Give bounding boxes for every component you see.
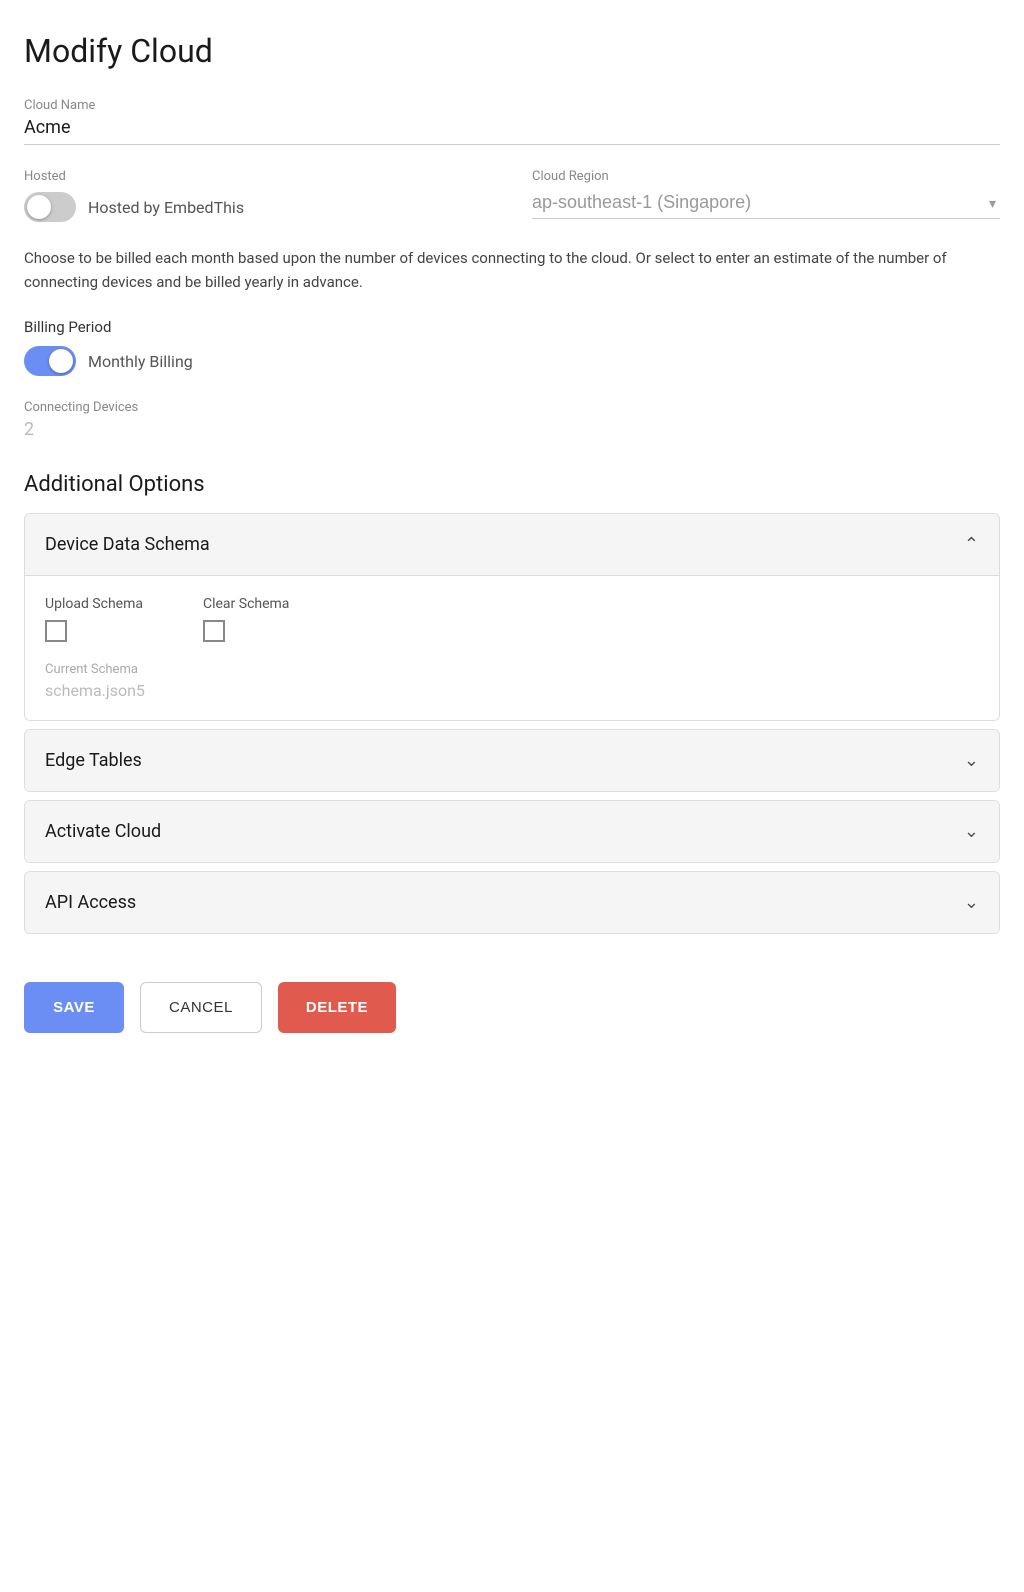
billing-period-label: Billing Period [24,318,1000,336]
activate-cloud-title: Activate Cloud [45,821,161,842]
cloud-name-value: Acme [24,117,1000,145]
upload-schema-col: Upload Schema [45,596,143,642]
cloud-region-section: Cloud Region ap-southeast-1 (Singapore) … [532,169,1000,222]
edge-tables-title: Edge Tables [45,750,142,771]
billing-toggle[interactable] [24,346,76,376]
cloud-name-field: Cloud Name Acme [24,98,1000,145]
cloud-region-select[interactable]: ap-southeast-1 (Singapore) us-east-1 (N.… [532,188,1000,219]
billing-description: Choose to be billed each month based upo… [24,246,1000,294]
api-access-accordion: API Access ⌄ [24,871,1000,934]
billing-toggle-row: Monthly Billing [24,346,1000,376]
upload-schema-checkbox[interactable] [45,620,67,642]
edge-tables-header[interactable]: Edge Tables ⌄ [25,730,999,791]
billing-thumb [49,349,73,373]
chevron-down-icon-edge: ⌄ [964,750,979,771]
connecting-devices-section: Connecting Devices 2 [24,400,1000,440]
current-schema-label: Current Schema [45,662,979,677]
billing-toggle-label: Monthly Billing [88,352,193,371]
billing-track [24,346,76,376]
hosted-region-row: Hosted Hosted by EmbedThis Cloud Region … [24,169,1000,222]
current-schema-section: Current Schema schema.json5 [45,662,979,700]
connecting-devices-label: Connecting Devices [24,400,1000,415]
upload-schema-label: Upload Schema [45,596,143,612]
schema-checkboxes-row: Upload Schema Clear Schema [45,596,979,642]
activate-cloud-accordion: Activate Cloud ⌄ [24,800,1000,863]
device-data-schema-title: Device Data Schema [45,534,210,555]
cloud-region-label: Cloud Region [532,169,1000,184]
additional-options-title: Additional Options [24,472,1000,497]
bottom-buttons-row: SAVE CANCEL DELETE [24,966,1000,1033]
page-title: Modify Cloud [24,32,1000,70]
chevron-up-icon: ⌃ [964,534,979,555]
hosted-thumb [27,195,51,219]
hosted-toggle-label: Hosted by EmbedThis [88,198,244,217]
hosted-label: Hosted [24,169,492,184]
clear-schema-col: Clear Schema [203,596,289,642]
chevron-down-icon-activate: ⌄ [964,821,979,842]
upload-schema-checkbox-wrapper [45,620,143,642]
billing-period-section: Billing Period Monthly Billing [24,318,1000,376]
device-data-schema-header[interactable]: Device Data Schema ⌃ [25,514,999,575]
api-access-header[interactable]: API Access ⌄ [25,872,999,933]
delete-button[interactable]: DELETE [278,982,396,1033]
hosted-section: Hosted Hosted by EmbedThis [24,169,492,222]
activate-cloud-header[interactable]: Activate Cloud ⌄ [25,801,999,862]
clear-schema-checkbox[interactable] [203,620,225,642]
save-button[interactable]: SAVE [24,982,124,1033]
clear-schema-checkbox-wrapper [203,620,289,642]
cancel-button[interactable]: CANCEL [140,982,262,1033]
api-access-title: API Access [45,892,136,913]
device-data-schema-body: Upload Schema Clear Schema Current Schem… [25,575,999,720]
clear-schema-label: Clear Schema [203,596,289,612]
current-schema-value: schema.json5 [45,681,979,700]
connecting-devices-value: 2 [24,419,1000,440]
hosted-toggle[interactable] [24,192,76,222]
hosted-track [24,192,76,222]
hosted-toggle-row: Hosted by EmbedThis [24,192,492,222]
edge-tables-accordion: Edge Tables ⌄ [24,729,1000,792]
cloud-name-label: Cloud Name [24,98,1000,113]
device-data-schema-accordion: Device Data Schema ⌃ Upload Schema Clear… [24,513,1000,721]
chevron-down-icon-api: ⌄ [964,892,979,913]
cloud-region-select-wrapper: ap-southeast-1 (Singapore) us-east-1 (N.… [532,188,1000,219]
